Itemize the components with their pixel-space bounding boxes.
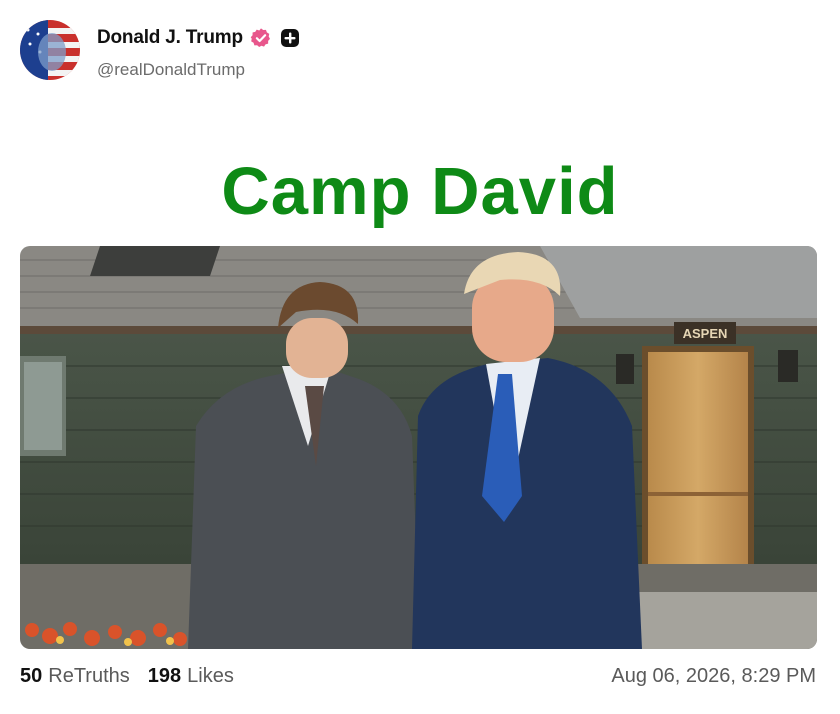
post-photo: ASPEN (20, 246, 817, 649)
author-handle[interactable]: @realDonaldTrump (97, 60, 245, 80)
aspen-sign-text: ASPEN (683, 326, 728, 341)
likes-stat[interactable]: 198 Likes (148, 665, 234, 688)
post-timestamp[interactable]: Aug 06, 2026, 8:29 PM (611, 665, 816, 688)
verified-badge-icon (250, 28, 270, 47)
likes-label: Likes (187, 665, 234, 687)
retruths-count: 50 (20, 665, 43, 687)
post-image[interactable]: ASPEN (20, 246, 817, 649)
author-avatar[interactable] (20, 20, 80, 80)
author-name-row: Donald J. Trump (97, 27, 300, 49)
retruths-stat[interactable]: 50 ReTruths (20, 665, 130, 688)
post-stats: 50 ReTruths 198 Likes (20, 665, 252, 688)
author-display-name[interactable]: Donald J. Trump (97, 27, 243, 49)
plus-badge-icon (280, 29, 299, 47)
retruths-label: ReTruths (48, 665, 130, 687)
likes-count: 198 (147, 665, 182, 687)
image-caption-text: Camp David (221, 154, 619, 229)
avatar-image (20, 20, 80, 80)
